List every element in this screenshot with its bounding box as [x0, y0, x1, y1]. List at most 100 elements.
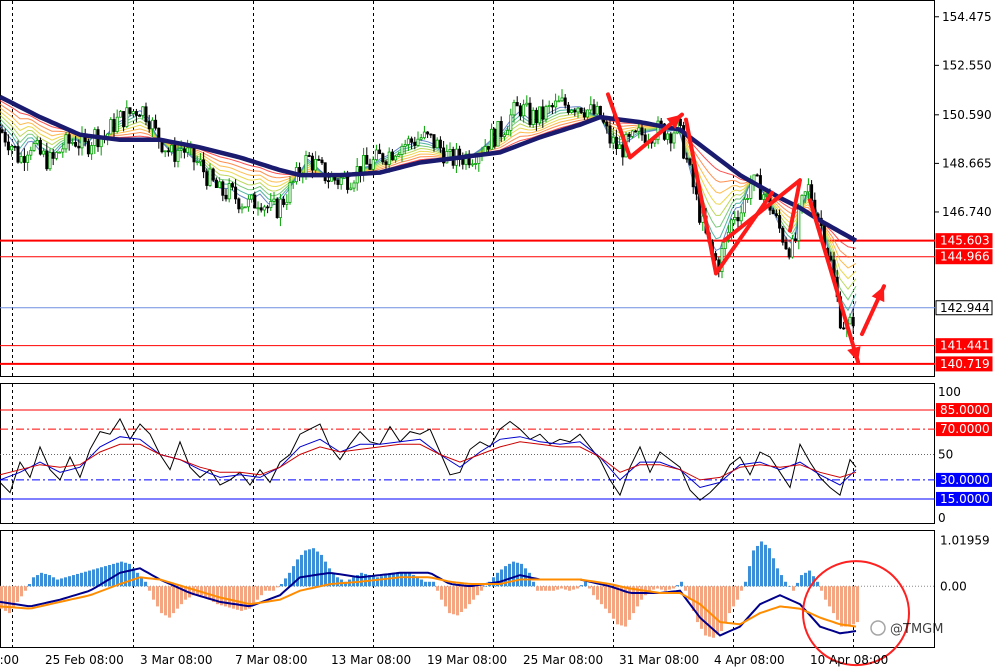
macd-bar — [308, 549, 311, 587]
macd-bar — [652, 586, 655, 590]
candle-body — [250, 194, 254, 200]
candle-body — [6, 141, 10, 151]
macd-bar — [536, 586, 539, 591]
macd-bar — [532, 581, 535, 587]
candle-body — [122, 111, 126, 128]
macd-bar — [44, 573, 47, 587]
candle-body — [314, 158, 318, 171]
macd-bar — [572, 586, 575, 590]
candle-body — [528, 102, 532, 125]
candle-body — [205, 171, 209, 186]
level-tag-label: 15.0000 — [940, 492, 990, 506]
candle-body — [560, 97, 564, 102]
candle-body — [608, 125, 612, 144]
macd-bar — [388, 573, 391, 587]
candle-body — [291, 181, 295, 184]
candle-body — [387, 151, 391, 165]
macd-bar — [780, 575, 783, 587]
candle-body — [771, 209, 775, 215]
candle-body — [317, 158, 321, 161]
level-tag-label: 70.0000 — [940, 422, 990, 436]
candle-body — [419, 137, 423, 140]
candle-body — [461, 159, 465, 165]
macd-bar — [316, 551, 319, 587]
macd-bar — [0, 586, 3, 609]
macd-bar — [36, 575, 39, 587]
macd-bar — [448, 586, 451, 614]
macd-bar — [156, 586, 159, 607]
candle-body — [10, 145, 14, 151]
price-axis: 154.475 152.550 150.590 148.665 146.740 145.6… — [935, 10, 993, 372]
macd-bar — [832, 586, 835, 614]
candle-body — [54, 151, 58, 159]
candle-body — [48, 152, 52, 170]
macd-bar — [544, 586, 547, 591]
candle-body — [506, 130, 510, 136]
candle-body — [803, 191, 807, 196]
macd-bar — [584, 581, 587, 587]
candle-body — [349, 187, 353, 190]
candle-body — [0, 129, 4, 133]
macd-bar — [596, 586, 599, 600]
candle-body — [208, 168, 212, 186]
candle-body — [13, 145, 17, 148]
candle-body — [429, 133, 433, 136]
candle-body — [109, 119, 113, 135]
candle-body — [643, 134, 647, 144]
candle-body — [550, 105, 554, 108]
macd-bar — [552, 586, 555, 591]
candle-body — [336, 179, 340, 185]
macd-bar — [440, 586, 443, 600]
candle-body — [630, 130, 634, 137]
macd-bar — [840, 586, 843, 627]
candle-body — [112, 119, 116, 132]
candle-body — [307, 155, 311, 157]
macd-bar — [540, 586, 543, 591]
candle-body — [195, 161, 199, 164]
candle-body — [211, 168, 215, 181]
candle-body — [640, 127, 644, 136]
time-tick-label: 4 Apr 08:00 — [714, 653, 785, 667]
candle-body — [198, 159, 202, 163]
candle-body — [346, 174, 350, 190]
candle-body — [266, 206, 270, 209]
candle-body — [557, 100, 561, 103]
time-axis: 3:00 25 Feb 08:00 3 Mar 08:00 7 Mar 08:00 13… — [0, 653, 888, 667]
macd-bar — [296, 559, 299, 587]
macd-bar — [424, 581, 427, 587]
candle-body — [499, 121, 503, 137]
macd-bar — [684, 586, 687, 591]
macd-bar — [380, 576, 383, 587]
macd-bar — [752, 550, 755, 587]
candle-body — [848, 316, 852, 325]
candle-body — [672, 132, 676, 144]
candle-body — [70, 142, 74, 144]
candle-body — [323, 162, 327, 182]
candle-body — [806, 184, 810, 193]
candle-body — [659, 120, 663, 125]
macd-bar — [68, 576, 71, 587]
candle-body — [221, 181, 225, 196]
price-tick-label: 146.740 — [942, 205, 992, 219]
candle-body — [150, 119, 154, 130]
candle-body — [352, 182, 356, 189]
candle-body — [851, 316, 855, 327]
candle-body — [163, 150, 167, 153]
macd-bar — [40, 572, 43, 587]
macd-bar — [84, 571, 87, 587]
candle-body — [131, 111, 135, 114]
macd-bar — [608, 586, 611, 614]
candle-body — [202, 159, 206, 173]
macd-bar — [280, 584, 283, 587]
candle-body — [45, 150, 49, 170]
macd-bar — [136, 572, 139, 587]
candle-body — [422, 131, 426, 139]
macd-bar — [764, 544, 767, 587]
candle-body — [541, 106, 545, 120]
macd-bar — [72, 575, 75, 587]
macd-bar — [236, 586, 239, 610]
candle-body — [554, 100, 558, 108]
candle-body — [595, 105, 599, 115]
macd-bar — [416, 577, 419, 587]
candle-body — [637, 127, 641, 132]
